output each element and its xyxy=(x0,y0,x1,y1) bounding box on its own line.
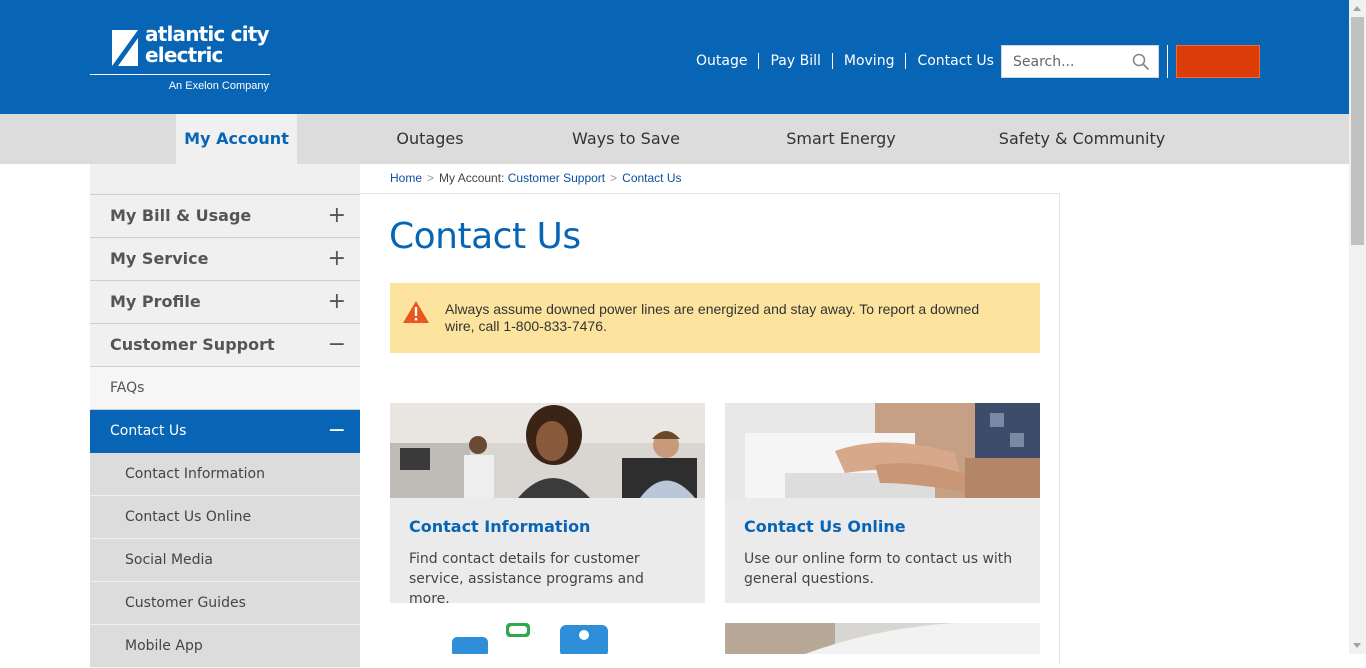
expand-plus-icon[interactable]: + xyxy=(328,238,346,280)
sidebar-item-contact-us[interactable]: Contact Us − xyxy=(90,410,360,453)
typing-keyboard-photo xyxy=(725,403,1040,498)
site-header: atlantic city electric An Exelon Company… xyxy=(0,0,1349,114)
scrollbar-thumb[interactable] xyxy=(1351,17,1364,245)
sidebar-item-label: Contact Us Online xyxy=(125,509,252,525)
breadcrumb: Home > My Account: Customer Support > Contac… xyxy=(390,171,682,185)
search-icon[interactable] xyxy=(1132,53,1150,71)
nav-ways-to-save[interactable]: Ways to Save xyxy=(556,114,696,164)
sidebar-item-label: My Service xyxy=(110,249,209,268)
page-scrollbar[interactable] xyxy=(1349,0,1366,654)
breadcrumb-home[interactable]: Home xyxy=(390,171,422,185)
utility-nav: Outage Pay Bill Moving Contact Us xyxy=(685,53,1005,69)
sidebar-item-social-media[interactable]: Social Media xyxy=(90,539,360,582)
company-logo[interactable]: atlantic city electric An Exelon Company xyxy=(90,24,270,94)
card-contact-us-online[interactable]: Contact Us Online Use our online form to… xyxy=(725,403,1040,603)
nav-my-account[interactable]: My Account xyxy=(176,114,297,164)
card-customer-guides-partial[interactable] xyxy=(725,623,1040,654)
nav-outages[interactable]: Outages xyxy=(370,114,490,164)
sidebar-item-label: FAQs xyxy=(110,380,145,396)
sidebar-top-spacer xyxy=(90,164,360,195)
util-link-outage[interactable]: Outage xyxy=(685,53,758,69)
header-divider xyxy=(1167,45,1168,78)
logo-line-2: electric xyxy=(145,43,223,67)
sidebar-item-label: Mobile App xyxy=(125,638,203,654)
util-link-moving[interactable]: Moving xyxy=(831,53,906,69)
expand-plus-icon[interactable]: + xyxy=(328,281,346,323)
search-input[interactable] xyxy=(1013,54,1123,70)
sidebar-item-label: My Bill & Usage xyxy=(110,206,252,225)
util-link-contact-us[interactable]: Contact Us xyxy=(905,53,1004,69)
search-box xyxy=(1001,45,1159,78)
breadcrumb-customer-support[interactable]: Customer Support xyxy=(508,171,605,185)
sidebar-item-my-profile[interactable]: My Profile + xyxy=(90,281,360,324)
nav-safety-community[interactable]: Safety & Community xyxy=(990,114,1174,164)
breadcrumb-separator: > xyxy=(427,171,435,185)
card-title[interactable]: Contact Information xyxy=(409,517,590,536)
sidebar-item-contact-information[interactable]: Contact Information xyxy=(90,453,360,496)
sidebar-item-label: My Profile xyxy=(110,292,201,311)
warning-icon xyxy=(403,301,429,323)
collapse-minus-icon[interactable]: − xyxy=(328,324,346,366)
sidebar-item-my-bill-usage[interactable]: My Bill & Usage + xyxy=(90,195,360,238)
login-button[interactable] xyxy=(1176,45,1260,78)
sidebar-item-label: Contact Information xyxy=(125,466,265,482)
logo-divider xyxy=(90,74,270,75)
social-apps-icon xyxy=(390,623,705,654)
card-social-media-partial[interactable] xyxy=(390,623,705,654)
customer-service-photo xyxy=(390,403,705,498)
logo-wordmark: atlantic city electric xyxy=(145,22,270,67)
collapse-minus-icon[interactable]: − xyxy=(328,410,346,452)
sidebar-item-mobile-app[interactable]: Mobile App xyxy=(90,625,360,668)
logo-line-1: atlantic city xyxy=(145,22,270,46)
breadcrumb-separator: > xyxy=(610,171,618,185)
sidebar-item-label: Customer Support xyxy=(110,335,275,354)
card-contact-information[interactable]: Contact Information Find contact details… xyxy=(390,403,705,607)
main-nav: My Account Outages Ways to Save Smart En… xyxy=(0,114,1349,164)
sidebar-item-label: Social Media xyxy=(125,552,214,568)
sidebar-nav: My Bill & Usage + My Service + My Profil… xyxy=(90,164,360,668)
page-title: Contact Us xyxy=(389,216,581,257)
sidebar-item-label: Customer Guides xyxy=(125,595,246,611)
expand-plus-icon[interactable]: + xyxy=(328,195,346,237)
customer-guides-photo xyxy=(725,623,1040,654)
sidebar-item-my-service[interactable]: My Service + xyxy=(90,238,360,281)
sidebar-item-faqs[interactable]: FAQs xyxy=(90,367,360,410)
alert-message: Always assume downed power lines are ene… xyxy=(445,301,980,334)
nav-smart-energy[interactable]: Smart Energy xyxy=(770,114,912,164)
scroll-down-icon[interactable] xyxy=(1353,643,1361,648)
card-description: Find contact details for customer servic… xyxy=(409,551,644,607)
safety-alert: Always assume downed power lines are ene… xyxy=(390,283,1040,353)
util-link-pay-bill[interactable]: Pay Bill xyxy=(758,53,831,69)
logo-mark-icon xyxy=(112,30,138,66)
breadcrumb-current[interactable]: Contact Us xyxy=(622,171,681,185)
sidebar-item-contact-us-online[interactable]: Contact Us Online xyxy=(90,496,360,539)
breadcrumb-section: My Account: xyxy=(439,171,505,185)
sidebar-item-customer-support[interactable]: Customer Support − xyxy=(90,324,360,367)
scroll-up-icon[interactable] xyxy=(1353,6,1361,11)
card-description: Use our online form to contact us with g… xyxy=(744,551,1013,587)
sidebar-item-customer-guides[interactable]: Customer Guides xyxy=(90,582,360,625)
card-title[interactable]: Contact Us Online xyxy=(744,517,906,536)
sidebar-item-label: Contact Us xyxy=(110,423,187,439)
logo-tagline: An Exelon Company xyxy=(168,80,269,92)
